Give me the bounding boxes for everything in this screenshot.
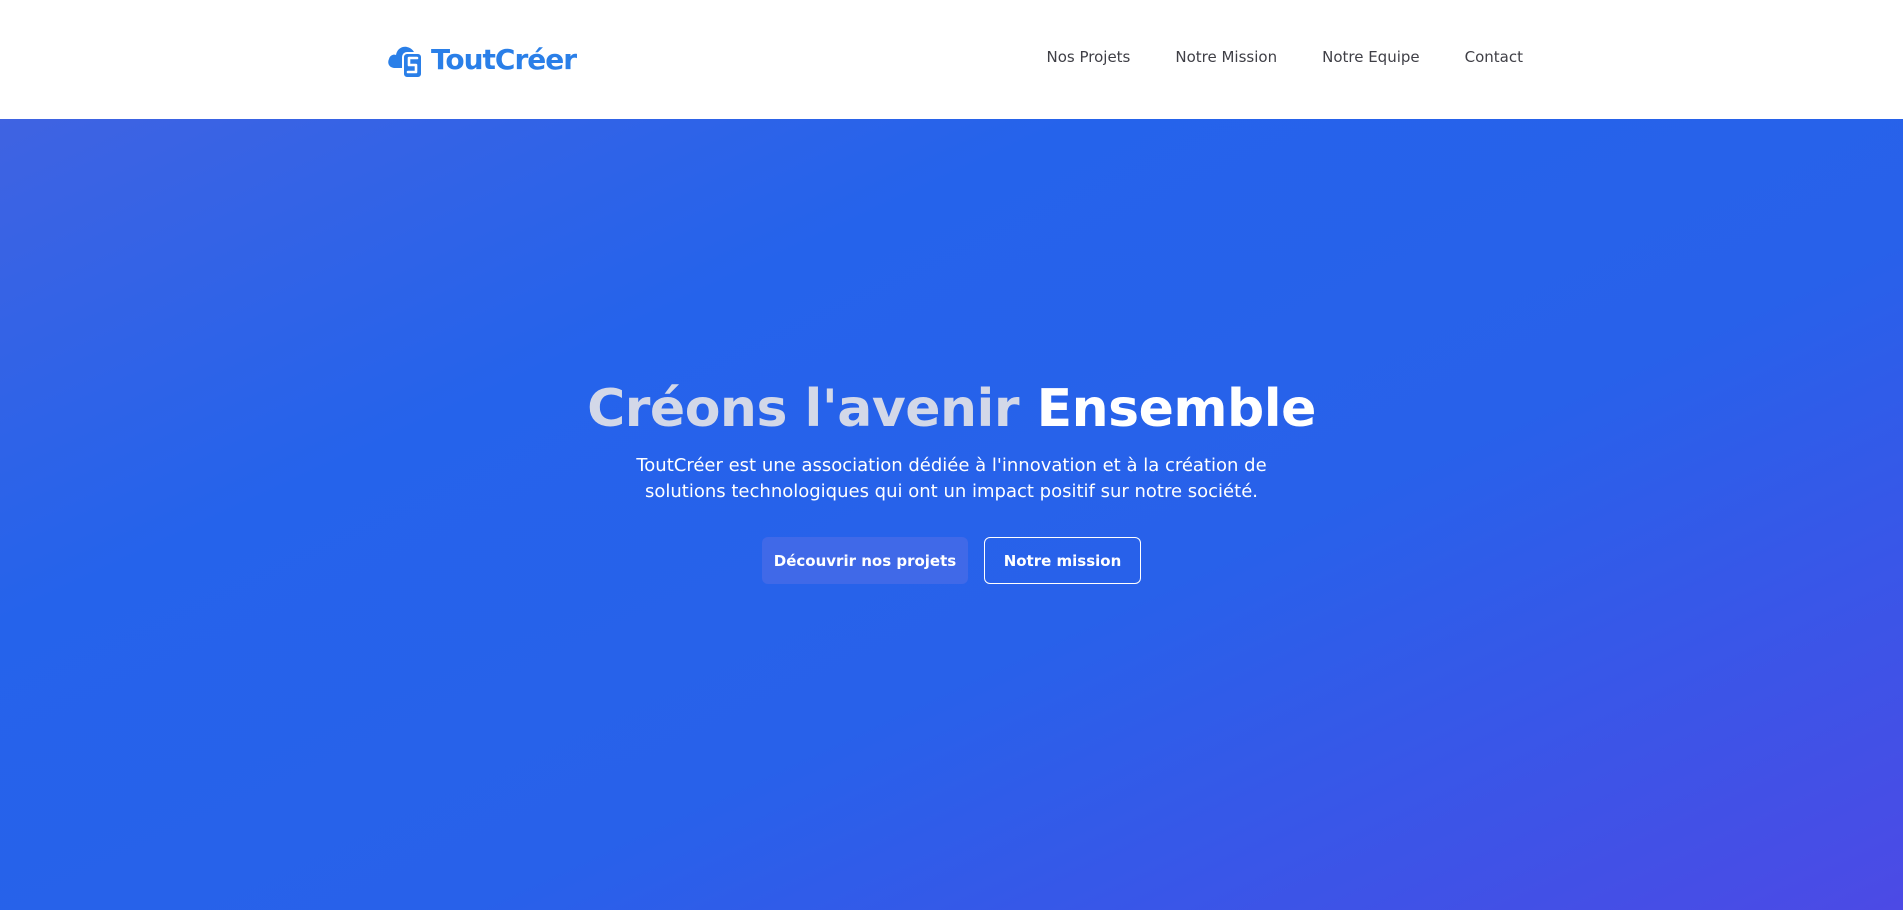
hero-title-part1: Créons l'avenir (587, 379, 1019, 439)
nav-link-contact[interactable]: Contact (1465, 48, 1523, 66)
nav-link-equipe[interactable]: Notre Equipe (1322, 48, 1420, 66)
nav-link-projets[interactable]: Nos Projets (1047, 48, 1131, 66)
nav-link-mission[interactable]: Notre Mission (1175, 48, 1277, 66)
hero-subtitle: ToutCréer est une association dédiée à l… (636, 455, 1267, 502)
logo-text: ToutCréer (431, 42, 577, 76)
hero-buttons: Découvrir nos projets Notre mission (0, 537, 1903, 584)
hero-title-part2: Ensemble (1036, 379, 1317, 439)
hero-content: Créons l'avenir Ensemble ToutCréer est u… (0, 379, 1903, 584)
hero-section: Créons l'avenir Ensemble ToutCréer est u… (0, 119, 1903, 910)
main-nav: Nos Projets Notre Mission Notre Equipe C… (1047, 48, 1524, 66)
logo-link[interactable]: ToutCréer (385, 37, 577, 81)
site-header: ToutCréer Nos Projets Notre Mission Notr… (0, 0, 1903, 119)
hero-title: Créons l'avenir Ensemble (0, 379, 1903, 439)
discover-projects-button[interactable]: Découvrir nos projets (762, 537, 968, 584)
mission-button[interactable]: Notre mission (984, 537, 1141, 584)
cloud-s-icon (388, 46, 423, 79)
